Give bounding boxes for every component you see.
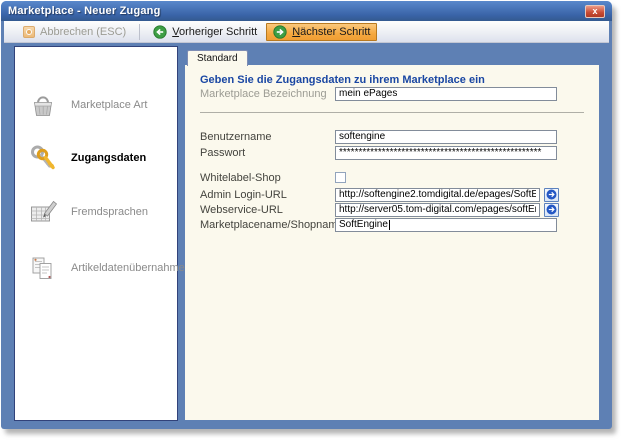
basket-icon: [28, 90, 58, 120]
field-row-admin-url: Admin Login-URL: [200, 187, 559, 202]
field-row-shopname: Marketplacename/Shopname SoftEngine: [200, 217, 557, 232]
admin-url-input[interactable]: [335, 188, 540, 202]
sidebar-item-label: Zugangsdaten: [71, 152, 146, 164]
green-forward-arrow-icon: [273, 25, 287, 39]
panel-heading: Geben Sie die Zugangsdaten zu ihrem Mark…: [200, 74, 485, 86]
window-title: Marketplace - Neuer Zugang: [8, 5, 161, 17]
toolbar-separator: [139, 24, 140, 40]
passwort-label: Passwort: [200, 147, 335, 159]
form-separator: [200, 112, 584, 113]
field-row-whitelabel: Whitelabel-Shop: [200, 170, 346, 185]
field-row-bezeichnung: Marketplace Bezeichnung: [200, 86, 557, 101]
next-step-label: Nächster Schritt: [292, 26, 370, 38]
go-arrow-icon: [546, 204, 557, 215]
whitelabel-label: Whitelabel-Shop: [200, 172, 335, 184]
webservice-url-go-button[interactable]: [544, 203, 559, 217]
toolbar: Abbrechen (ESC) Vorheriger Schritt Nächs…: [4, 21, 609, 43]
bezeichnung-input[interactable]: [335, 87, 557, 101]
shopname-input[interactable]: SoftEngine: [335, 218, 557, 232]
table-pencil-icon: [28, 197, 58, 227]
wizard-sidebar: Marketplace Art Zugangsdaten: [14, 46, 178, 421]
text-caret: [389, 220, 390, 230]
admin-url-go-button[interactable]: [544, 188, 559, 202]
sidebar-item-label: Marketplace Art: [71, 99, 147, 111]
cancel-button[interactable]: Abbrechen (ESC): [16, 23, 133, 41]
shopname-label: Marketplacename/Shopname: [200, 219, 335, 231]
documents-icon: [28, 253, 58, 283]
green-back-arrow-icon: [153, 25, 167, 39]
admin-url-label: Admin Login-URL: [200, 189, 335, 201]
passwort-input[interactable]: [335, 146, 557, 160]
previous-step-button[interactable]: Vorheriger Schritt: [146, 23, 264, 41]
next-step-button[interactable]: Nächster Schritt: [266, 23, 377, 41]
titlebar[interactable]: Marketplace - Neuer Zugang x: [1, 1, 612, 21]
webservice-url-label: Webservice-URL: [200, 204, 335, 216]
sidebar-item-fremdsprachen[interactable]: Fremdsprachen: [15, 194, 177, 230]
shopname-value: SoftEngine: [339, 219, 388, 230]
benutzername-input[interactable]: [335, 130, 557, 144]
benutzername-label: Benutzername: [200, 131, 335, 143]
field-row-benutzername: Benutzername: [200, 129, 557, 144]
bezeichnung-label: Marketplace Bezeichnung: [200, 88, 335, 100]
sidebar-item-artikeldatenuebernahme[interactable]: Artikeldatenübernahme: [15, 250, 177, 286]
sidebar-item-label: Artikeldatenübernahme: [71, 262, 185, 274]
dialog-window: Marketplace - Neuer Zugang x Abbrechen (…: [1, 1, 612, 429]
webservice-url-input[interactable]: [335, 203, 540, 217]
cancel-label: Abbrechen (ESC): [40, 26, 126, 38]
go-arrow-icon: [546, 189, 557, 200]
tab-standard[interactable]: Standard: [187, 50, 248, 66]
field-row-passwort: Passwort: [200, 145, 557, 160]
screen: Marketplace - Neuer Zugang x Abbrechen (…: [0, 0, 621, 443]
keys-icon: [28, 143, 58, 173]
previous-step-label: Vorheriger Schritt: [172, 26, 257, 38]
sidebar-item-zugangsdaten[interactable]: Zugangsdaten: [15, 140, 177, 176]
sidebar-item-label: Fremdsprachen: [71, 206, 148, 218]
sidebar-item-marketplace-art[interactable]: Marketplace Art: [15, 87, 177, 123]
close-button[interactable]: x: [585, 5, 605, 18]
field-row-webservice-url: Webservice-URL: [200, 202, 559, 217]
cancel-icon: [23, 26, 35, 38]
whitelabel-checkbox[interactable]: [335, 172, 346, 183]
form-panel: Geben Sie die Zugangsdaten zu ihrem Mark…: [185, 65, 599, 420]
